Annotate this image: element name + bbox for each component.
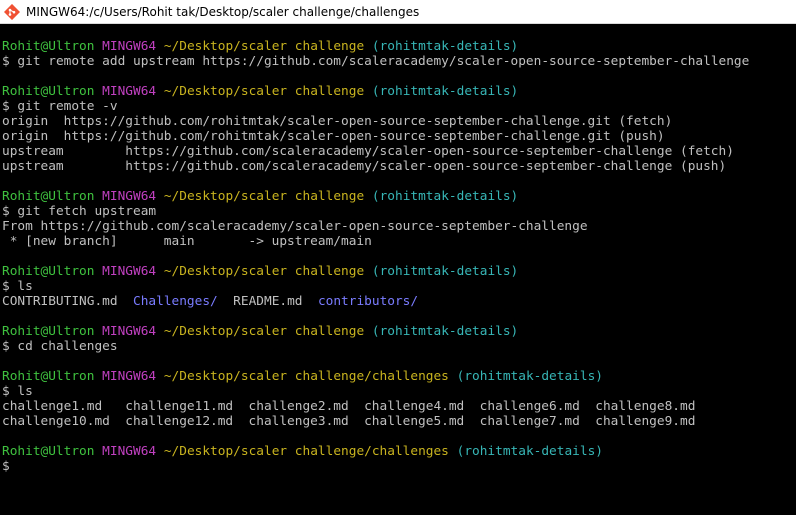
prompt-symbol: $	[2, 204, 18, 219]
prompt-line: Rohit@Ultron MINGW64 ~/Desktop/scaler ch…	[2, 264, 796, 279]
prompt-branch: (rohitmtak-details)	[371, 324, 519, 339]
prompt-path: ~/Desktop/scaler challenge/challenges	[163, 369, 449, 384]
command-line: $ git remote -v	[2, 99, 796, 114]
prompt-branch: (rohitmtak-details)	[371, 264, 519, 279]
prompt-path: ~/Desktop/scaler challenge/challenges	[163, 444, 449, 459]
prompt-system: MINGW64	[102, 264, 157, 279]
prompt-branch: (rohitmtak-details)	[456, 369, 603, 384]
prompt-symbol: $	[2, 459, 10, 474]
ls-output-line: CONTRIBUTING.md Challenges/ README.md co…	[2, 294, 796, 309]
prompt-user-host: Rohit@Ultron	[2, 324, 95, 339]
prompt-symbol: $	[2, 384, 18, 399]
file-entry: README.md	[233, 294, 303, 309]
output-text: * [new branch] main -> upstream/main	[2, 234, 372, 249]
prompt-line: Rohit@Ultron MINGW64 ~/Desktop/scaler ch…	[2, 444, 796, 459]
prompt-user-host: Rohit@Ultron	[2, 264, 95, 279]
prompt-path: ~/Desktop/scaler challenge	[163, 264, 365, 279]
title-bar[interactable]: MINGW64:/c/Users/Rohit tak/Desktop/scale…	[0, 0, 796, 24]
prompt-user-host: Rohit@Ultron	[2, 84, 95, 99]
directory-entry: contributors/	[317, 294, 419, 309]
prompt-path: ~/Desktop/scaler challenge	[163, 84, 365, 99]
prompt-system: MINGW64	[102, 369, 157, 384]
prompt-system: MINGW64	[102, 84, 157, 99]
command-line: $ git remote add upstream https://github…	[2, 54, 796, 69]
file-entry: CONTRIBUTING.md	[2, 294, 118, 309]
terminal-window: MINGW64:/c/Users/Rohit tak/Desktop/scale…	[0, 0, 796, 515]
prompt-system: MINGW64	[102, 444, 157, 459]
prompt-path: ~/Desktop/scaler challenge	[163, 324, 365, 339]
prompt-system: MINGW64	[102, 324, 157, 339]
prompt-symbol: $	[2, 279, 18, 294]
prompt-system: MINGW64	[102, 39, 157, 54]
command-text: ls	[17, 279, 33, 294]
command-line: $ ls	[2, 384, 796, 399]
prompt-user-host: Rohit@Ultron	[2, 444, 95, 459]
prompt-branch: (rohitmtak-details)	[371, 39, 519, 54]
command-line: $ ls	[2, 279, 796, 294]
prompt-system: MINGW64	[102, 189, 157, 204]
prompt-path: ~/Desktop/scaler challenge	[163, 39, 365, 54]
prompt-user-host: Rohit@Ultron	[2, 39, 95, 54]
output-line: origin https://github.com/rohitmtak/scal…	[2, 114, 796, 129]
command-line: $ git fetch upstream	[2, 204, 796, 219]
prompt-user-host: Rohit@Ultron	[2, 369, 95, 384]
output-line: From https://github.com/scaleracademy/sc…	[2, 219, 796, 234]
prompt-symbol: $	[2, 339, 18, 354]
prompt-branch: (rohitmtak-details)	[456, 444, 603, 459]
input-line[interactable]: $	[2, 459, 796, 474]
command-text: git fetch upstream	[17, 204, 157, 219]
command-text: git remote -v	[17, 99, 118, 114]
output-text: origin https://github.com/rohitmtak/scal…	[2, 114, 673, 129]
prompt-branch: (rohitmtak-details)	[371, 189, 519, 204]
output-text: upstream https://github.com/scaleracadem…	[2, 159, 727, 174]
prompt-path: ~/Desktop/scaler challenge	[163, 189, 365, 204]
output-line: upstream https://github.com/scaleracadem…	[2, 144, 796, 159]
prompt-branch: (rohitmtak-details)	[371, 84, 519, 99]
command-text: ls	[17, 384, 33, 399]
output-text: From https://github.com/scaleracademy/sc…	[2, 219, 588, 234]
command-line: $ cd challenges	[2, 339, 796, 354]
prompt-line: Rohit@Ultron MINGW64 ~/Desktop/scaler ch…	[2, 324, 796, 339]
output-line: upstream https://github.com/scaleracadem…	[2, 159, 796, 174]
prompt-symbol: $	[2, 99, 18, 114]
window-title: MINGW64:/c/Users/Rohit tak/Desktop/scale…	[26, 4, 420, 19]
prompt-line: Rohit@Ultron MINGW64 ~/Desktop/scaler ch…	[2, 189, 796, 204]
output-text: upstream https://github.com/scaleracadem…	[2, 144, 734, 159]
output-line: origin https://github.com/rohitmtak/scal…	[2, 129, 796, 144]
output-text: challenge10.md challenge12.md challenge3…	[2, 414, 696, 429]
command-text: git remote add upstream https://github.c…	[17, 54, 750, 69]
directory-entry: Challenges/	[133, 294, 218, 309]
terminal-output[interactable]: Rohit@Ultron MINGW64 ~/Desktop/scaler ch…	[0, 24, 796, 515]
command-text: cd challenges	[17, 339, 118, 354]
output-line: challenge1.md challenge11.md challenge2.…	[2, 399, 796, 414]
prompt-symbol: $	[2, 54, 18, 69]
prompt-line: Rohit@Ultron MINGW64 ~/Desktop/scaler ch…	[2, 39, 796, 54]
prompt-user-host: Rohit@Ultron	[2, 189, 95, 204]
git-bash-icon	[3, 3, 21, 20]
output-text: origin https://github.com/rohitmtak/scal…	[2, 129, 665, 144]
prompt-line: Rohit@Ultron MINGW64 ~/Desktop/scaler ch…	[2, 84, 796, 99]
output-text: challenge1.md challenge11.md challenge2.…	[2, 399, 696, 414]
output-line: challenge10.md challenge12.md challenge3…	[2, 414, 796, 429]
prompt-line: Rohit@Ultron MINGW64 ~/Desktop/scaler ch…	[2, 369, 796, 384]
output-line: * [new branch] main -> upstream/main	[2, 234, 796, 249]
